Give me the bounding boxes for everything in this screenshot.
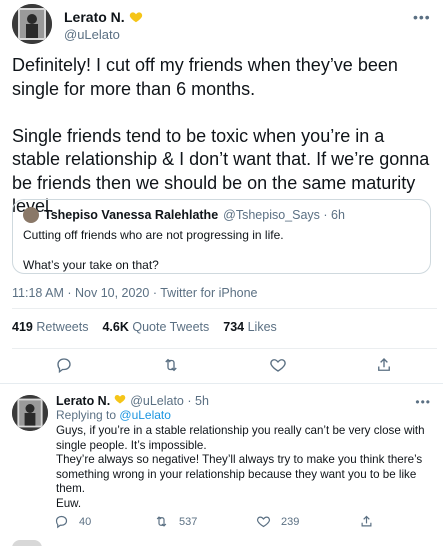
- like-icon: [269, 356, 287, 374]
- retweet-icon: [162, 356, 180, 374]
- retweet-icon: [154, 514, 169, 529]
- reply-tweet[interactable]: Lerato N. @uLelato · 5h ••• Replying to …: [0, 388, 443, 546]
- quoted-avatar: [23, 207, 39, 223]
- like-icon: [256, 514, 271, 529]
- replying-prefix: Replying to: [56, 408, 117, 422]
- tweet-stats: 419 Retweets 4.6K Quote Tweets 734 Likes: [12, 320, 277, 334]
- retweet-count: 537: [179, 515, 198, 528]
- tweet-paragraph: Definitely! I cut off my friends when th…: [12, 55, 398, 99]
- tweet-timestamp[interactable]: 11:18 AM · Nov 10, 2020 · Twitter for iP…: [12, 286, 258, 300]
- stat-retweets[interactable]: 419 Retweets: [12, 320, 88, 334]
- avatar[interactable]: [12, 395, 48, 431]
- reply-author-row: Lerato N. @uLelato · 5h: [56, 393, 209, 408]
- divider: [12, 348, 437, 349]
- quoted-line: Cutting off friends who are not progress…: [23, 228, 284, 242]
- tweet-text: Definitely! I cut off my friends when th…: [12, 54, 437, 219]
- reply-icon: [54, 514, 69, 529]
- stat-label: Quote Tweets: [132, 320, 210, 334]
- replying-to: Replying to @uLelato: [56, 408, 171, 422]
- stat-quote-tweets[interactable]: 4.6K Quote Tweets: [102, 320, 209, 334]
- like-button[interactable]: [269, 356, 287, 374]
- tweet-actions: [0, 356, 443, 378]
- share-button[interactable]: [375, 356, 393, 374]
- share-icon: [359, 514, 374, 529]
- share-icon: [375, 356, 393, 374]
- next-tweet-avatar-cutoff: [12, 540, 42, 546]
- divider: [0, 383, 443, 384]
- display-name[interactable]: Lerato N.: [56, 394, 110, 408]
- quoted-handle-time: @Tshepiso_Says · 6h: [223, 208, 345, 222]
- stat-value: 734: [223, 320, 245, 334]
- quoted-tweet-header: Tshepiso Vanessa Ralehlathe @Tshepiso_Sa…: [23, 207, 345, 223]
- avatar[interactable]: [12, 4, 52, 44]
- author-row: Lerato N.: [64, 9, 143, 25]
- reply-handle-time[interactable]: @uLelato · 5h: [130, 394, 209, 408]
- reply-count: 40: [79, 515, 92, 528]
- quoted-tweet-text: Cutting off friends who are not progress…: [23, 228, 284, 273]
- stat-value: 419: [12, 320, 33, 334]
- quoted-tweet[interactable]: Tshepiso Vanessa Ralehlathe @Tshepiso_Sa…: [12, 199, 431, 274]
- yellow-heart-icon: [114, 393, 126, 408]
- reply-button[interactable]: 40: [54, 514, 91, 529]
- quoted-display-name: Tshepiso Vanessa Ralehlathe: [44, 208, 219, 222]
- like-button[interactable]: 239: [256, 514, 299, 529]
- reply-text: Guys, if you’re in a stable relationship…: [56, 424, 425, 510]
- retweet-button[interactable]: 537: [154, 514, 197, 529]
- display-name[interactable]: Lerato N.: [64, 9, 125, 25]
- author-handle[interactable]: @uLelato: [64, 27, 120, 42]
- reply-button[interactable]: [55, 356, 73, 374]
- more-icon[interactable]: •••: [413, 9, 431, 25]
- replying-handle-link[interactable]: @uLelato: [119, 408, 171, 422]
- more-icon[interactable]: •••: [415, 395, 431, 409]
- retweet-button[interactable]: [162, 356, 180, 374]
- like-count: 239: [281, 515, 300, 528]
- stat-value: 4.6K: [102, 320, 129, 334]
- reply-actions: 40 537 239: [0, 514, 443, 536]
- stat-label: Likes: [247, 320, 277, 334]
- divider: [12, 308, 437, 309]
- quoted-line: What’s your take on that?: [23, 258, 159, 272]
- reply-icon: [55, 356, 73, 374]
- stat-label: Retweets: [36, 320, 89, 334]
- stat-likes[interactable]: 734 Likes: [223, 320, 277, 334]
- yellow-heart-icon: [129, 10, 143, 24]
- share-button[interactable]: [359, 514, 374, 529]
